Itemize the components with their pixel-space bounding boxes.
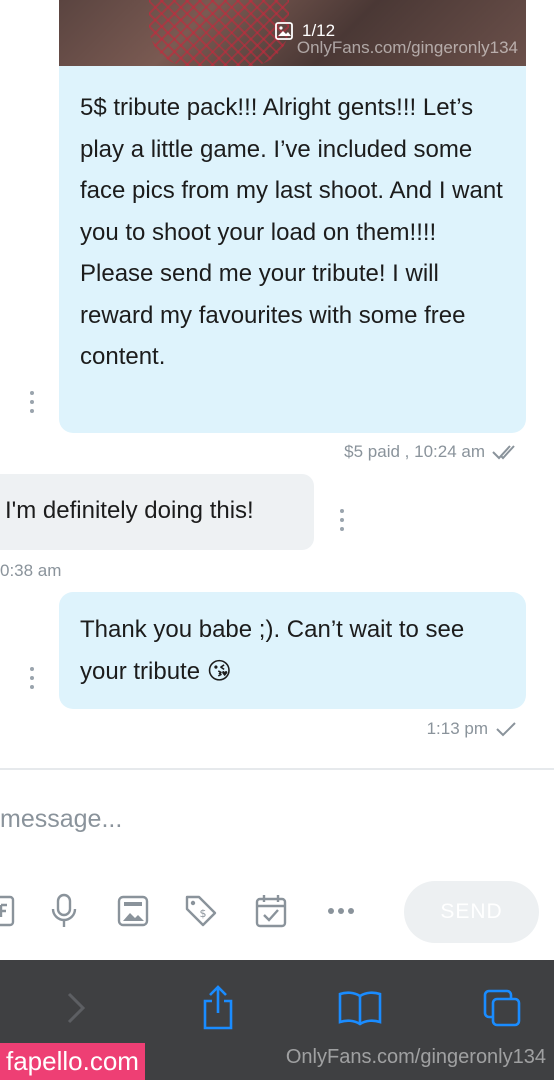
message-text: 5$ tribute pack!!! Alright gents!!! Let’… (80, 94, 503, 370)
site-watermark-right: OnlyFans.com/gingeronly134 (285, 1046, 546, 1068)
gif-icon (0, 895, 15, 927)
message-input[interactable] (0, 798, 554, 840)
message-meta: 1:13 pm (427, 719, 518, 739)
message-meta: 0:38 am (0, 561, 61, 581)
site-watermark-left: fapello.com (0, 1043, 145, 1080)
message-time: 0:38 am (0, 561, 62, 580)
media-preview[interactable]: 1/12 OnlyFans.com/gingeronly134 (59, 0, 526, 66)
composer-divider (0, 768, 554, 770)
svg-text:$: $ (200, 907, 207, 920)
check-icon (496, 722, 516, 737)
price-tag-icon: $ (185, 895, 217, 927)
calendar-icon (255, 895, 287, 928)
message-bubble-outgoing[interactable]: 5$ tribute pack!!! Alright gents!!! Let’… (59, 66, 526, 433)
microphone-icon (51, 893, 77, 927)
forward-button[interactable] (58, 986, 94, 1030)
image-icon (117, 895, 149, 927)
kiss-emoji: 😘 (206, 656, 232, 685)
tabs-button[interactable] (479, 986, 525, 1030)
share-button[interactable] (196, 984, 240, 1032)
message-bubble-outgoing[interactable]: Thank you babe ;). Can’t wait to see you… (59, 592, 526, 709)
image-icon (275, 22, 293, 40)
microphone-button[interactable] (44, 891, 84, 931)
share-icon (203, 985, 233, 1030)
more-options-button[interactable] (321, 891, 361, 931)
message-text: I'm definitely doing this! (5, 497, 254, 524)
media-button[interactable] (113, 891, 153, 931)
message-options-icon[interactable] (27, 391, 37, 413)
bookmarks-button[interactable] (336, 988, 384, 1028)
message-bubble-incoming[interactable]: I'm definitely doing this! (0, 474, 314, 550)
double-check-icon (492, 445, 515, 460)
send-button[interactable]: SEND (404, 881, 539, 943)
schedule-button[interactable] (251, 891, 291, 931)
media-watermark: OnlyFans.com/gingeronly134 (296, 38, 518, 57)
message-options-icon[interactable] (27, 667, 37, 689)
price-tag-button[interactable]: $ (181, 891, 221, 931)
more-horizontal-icon (328, 908, 354, 914)
tabs-icon (483, 989, 521, 1027)
book-icon (338, 991, 382, 1026)
media-image-detail (149, 0, 289, 66)
chevron-right-icon (67, 992, 86, 1024)
message-time: 1:13 pm (426, 719, 488, 738)
gif-button[interactable] (0, 891, 22, 931)
message-status-text: $5 paid , 10:24 am (344, 442, 485, 461)
message-meta: $5 paid , 10:24 am (344, 442, 521, 462)
message-options-icon[interactable] (337, 509, 347, 531)
message-text: Thank you babe ;). Can’t wait to see you… (80, 616, 465, 685)
